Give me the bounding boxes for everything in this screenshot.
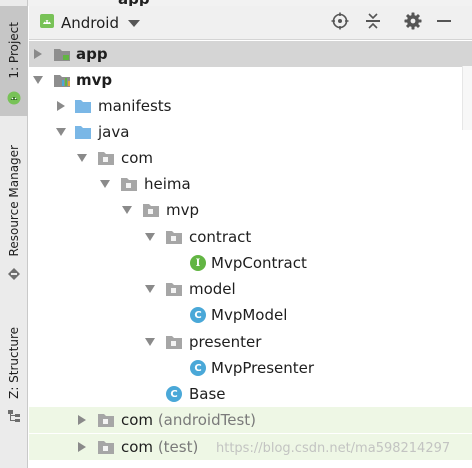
folder-icon <box>74 123 92 141</box>
gear-icon <box>404 12 422 34</box>
expand-arrow[interactable] <box>76 414 88 426</box>
folder-icon <box>74 97 92 115</box>
tree-node-contract[interactable]: contract <box>29 224 472 250</box>
collapse-arrow[interactable] <box>121 204 133 216</box>
tree-node-mvppresenter[interactable]: C MvpPresenter <box>29 355 472 381</box>
package-icon <box>165 333 183 351</box>
class-icon: C <box>189 306 207 324</box>
structure-icon <box>7 408 21 422</box>
module-folder-icon <box>53 71 71 89</box>
tree-node-label: MvpModel <box>211 306 288 324</box>
tree-node-base[interactable]: C Base <box>29 381 472 407</box>
tab-structure-label: Z: Structure <box>7 327 21 399</box>
collapse-arrow[interactable] <box>144 336 156 348</box>
tree-node-mvp-package[interactable]: mvp <box>29 197 472 223</box>
settings-button[interactable] <box>403 12 423 34</box>
package-icon <box>97 411 115 429</box>
tab-resource-manager-label: Resource Manager <box>7 145 21 257</box>
tree-node-heima[interactable]: heima <box>29 171 472 197</box>
package-icon <box>97 149 115 167</box>
tree-node-label: com (test) <box>121 438 198 456</box>
collapse-arrow[interactable] <box>144 283 156 295</box>
scrollbar-track[interactable] <box>462 66 472 130</box>
tree-node-java[interactable]: java <box>29 119 472 145</box>
tab-project-label: 1: Project <box>7 21 21 79</box>
tree-node-label: mvp <box>76 71 113 89</box>
expand-arrow[interactable] <box>55 100 67 112</box>
resource-manager-icon <box>7 266 21 280</box>
tree-node-label: model <box>189 280 236 298</box>
collapse-arrow[interactable] <box>144 231 156 243</box>
android-icon <box>39 13 55 33</box>
package-icon <box>120 175 138 193</box>
class-badge: C <box>190 360 206 376</box>
tree-node-label: heima <box>144 175 191 193</box>
view-selector-label: Android <box>61 14 119 32</box>
hide-icon <box>436 13 452 33</box>
tree-node-label: app <box>76 45 108 63</box>
tree-node-suffix: (androidTest) <box>157 411 256 429</box>
tree-node-label: com <box>121 149 154 167</box>
tree-node-com[interactable]: com <box>29 145 472 171</box>
tree-node-com-androidtest[interactable]: com (androidTest) <box>29 407 472 433</box>
tree-node-label: MvpPresenter <box>211 359 315 377</box>
view-selector[interactable]: Android <box>39 13 140 33</box>
package-icon <box>165 280 183 298</box>
locate-button[interactable] <box>330 12 350 34</box>
project-toolbar: Android <box>29 6 472 40</box>
tree-node-manifests[interactable]: manifests <box>29 93 472 119</box>
tree-node-label: com (androidTest) <box>121 411 256 429</box>
class-icon: C <box>189 359 207 377</box>
tree-node-model[interactable]: model <box>29 276 472 302</box>
collapse-all-icon <box>365 12 381 34</box>
tree-node-mvp-module[interactable]: mvp <box>29 67 472 93</box>
package-icon <box>97 438 115 456</box>
package-icon <box>165 228 183 246</box>
tree-node-label: contract <box>189 228 252 246</box>
tree-node-label: manifests <box>98 97 172 115</box>
tab-resource-manager[interactable]: Resource Manager <box>0 140 28 284</box>
tree-node-label: Base <box>189 385 226 403</box>
tree-node-label: MvpContract <box>211 254 307 272</box>
tab-structure[interactable]: Z: Structure <box>0 320 28 428</box>
collapse-all-button[interactable] <box>363 13 383 33</box>
chevron-down-icon <box>128 19 140 27</box>
collapse-arrow[interactable] <box>76 152 88 164</box>
hide-button[interactable] <box>434 13 454 33</box>
tree-node-name: com <box>121 411 154 429</box>
locate-icon <box>331 12 349 34</box>
tree-node-suffix: (test) <box>157 438 199 456</box>
module-folder-icon <box>53 45 71 63</box>
class-badge: C <box>166 386 182 402</box>
android-icon <box>7 90 21 105</box>
watermark: https://blog.csdn.net/ma598214297 <box>216 441 451 456</box>
tree-node-label: java <box>98 123 130 141</box>
tree-node-presenter[interactable]: presenter <box>29 329 472 355</box>
expand-arrow[interactable] <box>32 48 44 60</box>
collapse-arrow[interactable] <box>55 126 67 138</box>
class-icon: C <box>165 385 183 403</box>
interface-icon: I <box>189 254 207 272</box>
class-badge: C <box>190 307 206 323</box>
tree-node-label: presenter <box>189 333 262 351</box>
tree-node-name: com <box>121 438 154 456</box>
tree-node-label: mvp <box>166 201 200 219</box>
tree-node-app[interactable]: app <box>29 41 472 67</box>
tab-project[interactable]: 1: Project <box>0 6 28 116</box>
tree-node-mvpcontract[interactable]: I MvpContract <box>29 250 472 276</box>
interface-badge: I <box>190 255 206 271</box>
package-icon <box>142 201 160 219</box>
collapse-arrow[interactable] <box>99 178 111 190</box>
collapse-arrow[interactable] <box>32 74 44 86</box>
expand-arrow[interactable] <box>76 441 88 453</box>
project-tree: app mvp manifests java com heima mvp con… <box>29 40 472 468</box>
tree-node-mvpmodel[interactable]: C MvpModel <box>29 302 472 328</box>
tool-window-strip: 1: Project Resource Manager Z: Structure <box>0 0 28 468</box>
